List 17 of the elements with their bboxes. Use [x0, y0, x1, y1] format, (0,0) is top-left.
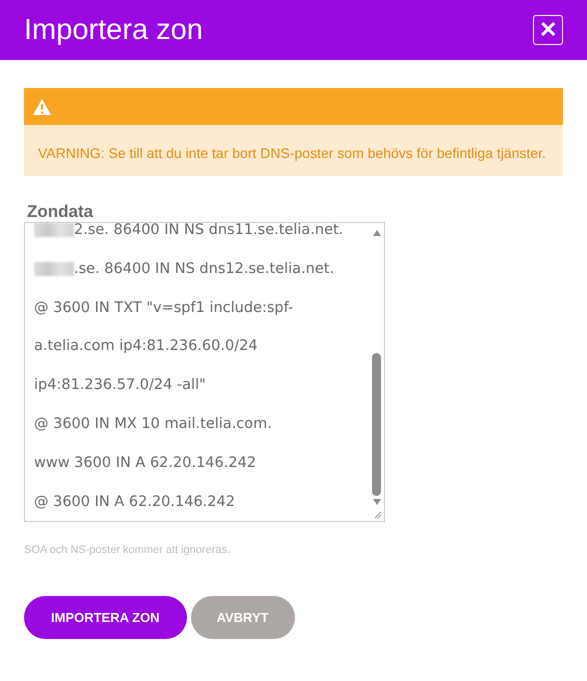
- zone-record-line: @ 3600 IN A 62.20.146.242: [34, 492, 235, 512]
- warning-message: VARNING: Se till att du inte tar bort DNS-poster som behövs för befintliga tjänster.: [24, 125, 563, 176]
- import-button[interactable]: IMPORTERA ZON: [24, 596, 187, 639]
- dialog-title: Importera zon: [24, 14, 203, 46]
- zone-record-line: @ 3600 IN TXT "v=spf1 include:spf-: [34, 298, 294, 318]
- zone-record-line: .se. 86400 IN NS dns12.se.telia.net.: [74, 260, 334, 279]
- zone-record-line: @ 3600 IN MX 10 mail.telia.com.: [34, 414, 272, 434]
- warning-icon: [32, 98, 52, 116]
- hint-text: SOA och NS-poster kommer att ignoreras.: [24, 544, 232, 556]
- scroll-up-icon: [372, 229, 382, 237]
- zone-record-line: ip4:81.236.57.0/24 -all": [34, 376, 206, 396]
- field-label: Zondata: [26, 202, 94, 222]
- scroll-down-icon: [372, 498, 382, 506]
- close-button[interactable]: ✕: [533, 15, 563, 45]
- zone-record-line: www 3600 IN A 62.20.146.242: [34, 454, 256, 473]
- zone-data-field[interactable]: [24, 222, 385, 522]
- zone-record-line: a.telia.com ip4:81.236.60.0/24: [34, 337, 258, 356]
